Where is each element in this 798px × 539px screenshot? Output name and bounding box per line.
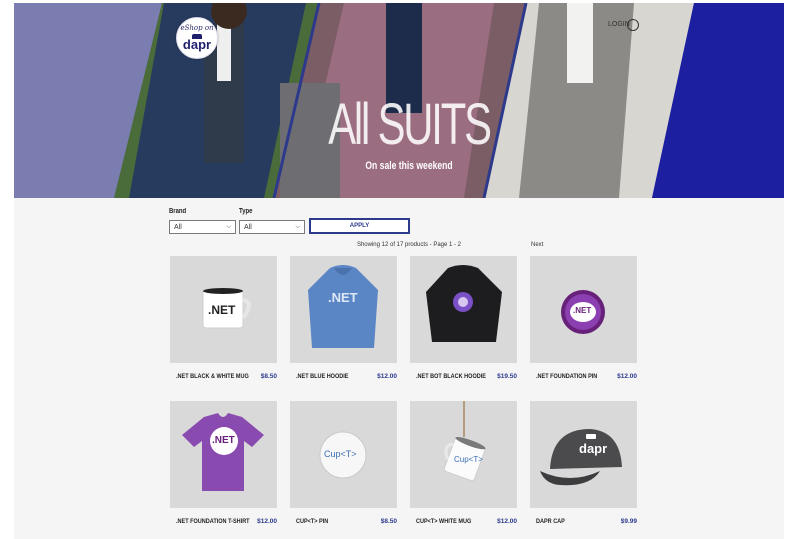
product-price: $12.00 xyxy=(257,518,277,525)
product-price: $19.50 xyxy=(497,373,517,380)
product-card[interactable]: .NET BOT BLACK HOODIE $19.50 xyxy=(410,256,517,380)
product-image-text: .NET xyxy=(573,306,592,315)
hoodie-icon xyxy=(308,265,378,348)
hero-subtitle: On sale this weekend xyxy=(365,160,453,172)
product-name[interactable]: .NET BLUE HOODIE xyxy=(296,373,349,380)
page-frame: eShop on dapr LOGIN All SUITS On sale th… xyxy=(14,3,784,539)
product-image[interactable]: .NET xyxy=(170,401,277,508)
product-card[interactable]: .NET .NET FOUNDATION PIN $12.00 xyxy=(530,256,637,380)
product-image-text: Cup<T> xyxy=(454,455,483,464)
product-name[interactable]: .NET BLACK & WHITE MUG xyxy=(176,373,249,380)
product-price: $12.00 xyxy=(617,373,637,380)
product-image[interactable]: .NET xyxy=(530,256,637,363)
product-image[interactable]: .NET xyxy=(290,256,397,363)
type-select[interactable]: All ⌵ xyxy=(239,220,305,234)
product-image-text: Cup<T> xyxy=(324,449,357,459)
product-card[interactable]: Cup<T> CUP<T> WHITE MUG $12.00 xyxy=(410,401,517,525)
product-image[interactable] xyxy=(410,256,517,363)
product-card[interactable]: dapr DAPR CAP $9.99 xyxy=(530,401,637,525)
type-select-value: All xyxy=(244,224,252,231)
product-image[interactable]: .NET xyxy=(170,256,277,363)
tshirt-icon xyxy=(182,413,264,491)
product-image-text: .NET xyxy=(328,290,358,305)
product-name[interactable]: CUP<T> WHITE MUG xyxy=(416,518,471,525)
product-card[interactable]: .NET .NET BLUE HOODIE $12.00 xyxy=(290,256,397,380)
product-image-text: .NET xyxy=(208,303,236,317)
logo-tagline: eShop on xyxy=(180,24,214,32)
hero-banner: eShop on dapr LOGIN All SUITS On sale th… xyxy=(14,3,784,198)
product-price: $9.99 xyxy=(620,518,637,525)
next-page-link[interactable]: Next xyxy=(531,242,543,248)
product-card[interactable]: .NET .NET FOUNDATION T-SHIRT $12.00 xyxy=(170,401,277,525)
product-image[interactable]: Cup<T> xyxy=(290,401,397,508)
product-card[interactable]: Cup<T> CUP<T> PIN $8.50 xyxy=(290,401,397,525)
product-name[interactable]: DAPR CAP xyxy=(536,518,565,525)
brand-select-value: All xyxy=(174,224,182,231)
product-image[interactable]: dapr xyxy=(530,401,637,508)
product-name[interactable]: .NET BOT BLACK HOODIE xyxy=(416,373,486,380)
brand-select[interactable]: All ⌵ xyxy=(169,220,236,234)
product-image-text: dapr xyxy=(579,441,608,456)
product-card[interactable]: .NET .NET BLACK & WHITE MUG $8.50 xyxy=(170,256,277,380)
product-image[interactable]: Cup<T> xyxy=(410,401,517,508)
product-price: $12.00 xyxy=(497,518,517,525)
product-image-text: .NET xyxy=(212,435,235,446)
product-price: $12.00 xyxy=(377,373,397,380)
brand-filter-label: Brand xyxy=(169,208,187,215)
product-name[interactable]: .NET FOUNDATION T-SHIRT xyxy=(176,518,250,525)
user-icon xyxy=(627,19,639,31)
chevron-down-icon: ⌵ xyxy=(226,224,231,230)
product-price: $8.50 xyxy=(380,518,397,525)
product-price: $8.50 xyxy=(260,373,277,380)
product-name[interactable]: .NET FOUNDATION PIN xyxy=(536,373,597,380)
brand-logo[interactable]: eShop on dapr xyxy=(176,17,218,59)
product-name[interactable]: CUP<T> PIN xyxy=(296,518,328,525)
chevron-down-icon: ⌵ xyxy=(295,224,300,230)
hoodie-icon xyxy=(426,265,502,342)
apply-button[interactable]: APPLY xyxy=(309,218,410,234)
paging-summary: Showing 12 of 17 products - Page 1 - 2 xyxy=(356,242,462,248)
logo-wordmark: dapr xyxy=(182,37,212,52)
user-menu[interactable]: LOGIN xyxy=(608,19,648,33)
type-filter-label: Type xyxy=(239,208,253,215)
hero-title: All SUITS xyxy=(328,92,492,157)
